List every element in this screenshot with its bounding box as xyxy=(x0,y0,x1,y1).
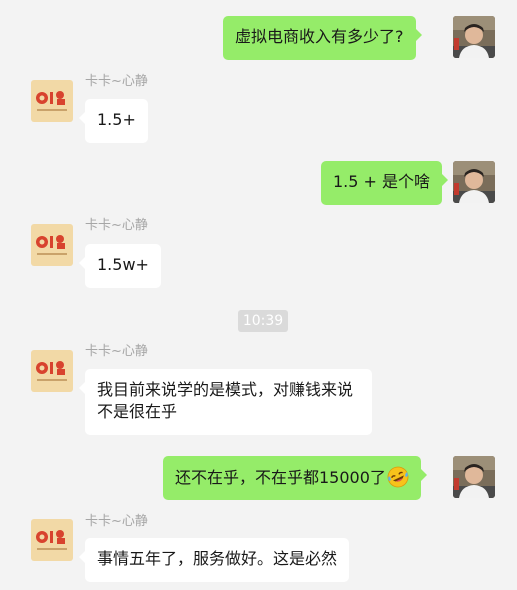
self-avatar-image xyxy=(453,16,495,58)
message-bubble-received[interactable]: 1.5+ xyxy=(79,99,148,143)
sender-name: 卡卡~心静 xyxy=(85,218,148,233)
timestamp: 10:39 xyxy=(238,310,288,332)
message-bubble-sent[interactable]: 虚拟电商收入有多少了? xyxy=(223,16,421,60)
self-avatar-image xyxy=(453,161,495,203)
contact-avatar-image xyxy=(31,350,73,392)
message-bubble-sent[interactable]: 1.5 + 是个啥 xyxy=(321,161,449,205)
contact-avatar-image xyxy=(31,224,73,266)
contact-avatar-image xyxy=(31,519,73,561)
self-avatar[interactable] xyxy=(453,161,495,203)
rolling-laughing-emoji-icon xyxy=(387,466,409,488)
sender-name: 卡卡~心静 xyxy=(85,514,148,529)
self-avatar[interactable] xyxy=(453,456,495,498)
contact-avatar[interactable] xyxy=(31,350,73,392)
sender-name: 卡卡~心静 xyxy=(85,344,148,359)
message-bubble-sent[interactable]: 还不在乎，不在乎都15000了 xyxy=(163,456,427,500)
contact-avatar[interactable] xyxy=(31,519,73,561)
self-avatar[interactable] xyxy=(453,16,495,58)
self-avatar-image xyxy=(453,456,495,498)
contact-avatar-image xyxy=(31,80,73,122)
sender-name: 卡卡~心静 xyxy=(85,74,148,89)
contact-avatar[interactable] xyxy=(31,80,73,122)
message-bubble-received[interactable]: 我目前来说学的是模式，对赚钱来说不是很在乎 xyxy=(79,369,372,435)
message-text: 还不在乎，不在乎都15000了 xyxy=(175,468,386,487)
message-bubble-received[interactable]: 事情五年了，服务做好。这是必然 xyxy=(78,538,350,582)
message-bubble-received[interactable]: 1.5w+ xyxy=(79,244,161,288)
contact-avatar[interactable] xyxy=(31,224,73,266)
